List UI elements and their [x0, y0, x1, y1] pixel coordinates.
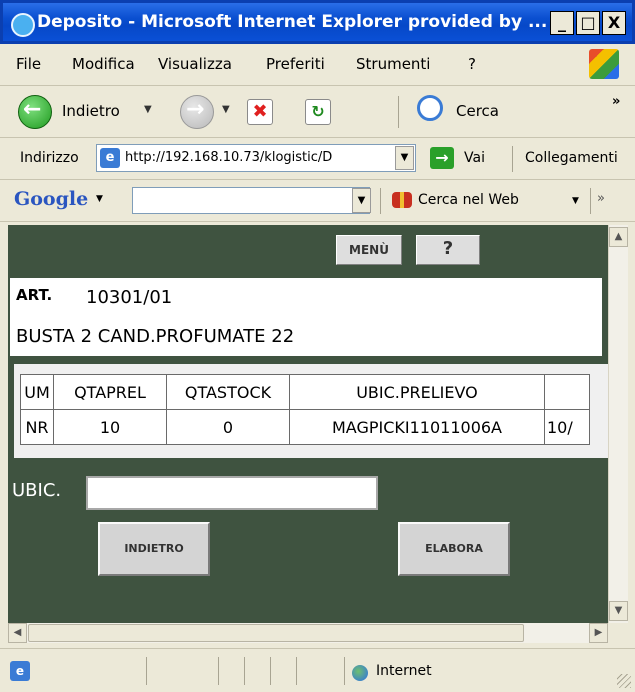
table-cell: NR	[20, 409, 54, 445]
status-pane	[244, 657, 245, 685]
column-header: QTASTOCK	[166, 374, 290, 410]
article-panel: ART. 10301/01 BUSTA 2 CAND.PROFUMATE 22	[10, 278, 602, 356]
back-button-label[interactable]: Indietro	[62, 102, 120, 120]
horizontal-scroll-thumb[interactable]	[28, 624, 524, 642]
links-button[interactable]: Collegamenti	[525, 150, 618, 166]
column-header: QTAPREL	[53, 374, 167, 410]
navigation-toolbar: Indietro ▼ ▼ ✖ ↻ Cerca »	[0, 86, 635, 138]
picking-table-panel: UM QTAPREL QTASTOCK UBIC.PRELIEVO NR 10 …	[14, 364, 608, 458]
article-description: BUSTA 2 CAND.PROFUMATE 22	[16, 326, 295, 347]
page-content: MENÙ ? ART. 10301/01 BUSTA 2 CAND.PROFUM…	[8, 225, 608, 623]
table-cell: 0	[166, 409, 290, 445]
search-button-label[interactable]: Cerca	[456, 102, 499, 120]
menu-button[interactable]: MENÙ	[336, 235, 402, 265]
forward-dropdown-icon[interactable]: ▼	[222, 104, 230, 115]
google-separator	[380, 188, 381, 214]
table-row: NR 10 0 MAGPICKI11011006A 10/	[20, 409, 590, 445]
status-pane	[218, 657, 219, 685]
article-label: ART.	[16, 286, 53, 304]
internet-zone-icon	[352, 665, 368, 681]
menu-preferiti[interactable]: Preferiti	[266, 55, 325, 73]
picking-table: UM QTAPREL QTASTOCK UBIC.PRELIEVO NR 10 …	[20, 374, 590, 445]
scroll-right-icon[interactable]: ▶	[589, 623, 608, 643]
toolbar-separator	[398, 96, 399, 128]
column-header	[544, 374, 590, 410]
status-bar: e Internet	[0, 648, 635, 692]
ubic-input[interactable]	[86, 476, 378, 510]
google-logo[interactable]: Google	[14, 188, 88, 210]
scroll-left-icon[interactable]: ◀	[8, 623, 27, 643]
address-input[interactable]: e http://192.168.10.73/klogistic/D ▼	[96, 144, 416, 172]
status-pane	[296, 657, 297, 685]
window-title: Deposito - Microsoft Internet Explorer p…	[37, 12, 548, 32]
back-button[interactable]: INDIETRO	[98, 522, 210, 576]
minimize-button[interactable]: _	[550, 11, 574, 35]
stop-icon[interactable]: ✖	[247, 99, 273, 125]
back-arrow-icon[interactable]	[18, 95, 52, 129]
close-button[interactable]: X	[602, 11, 626, 35]
search-web-button[interactable]: Cerca nel Web	[418, 192, 519, 208]
toolbar-overflow-icon[interactable]: »	[612, 94, 620, 109]
ie-logo-icon	[11, 13, 35, 37]
scroll-down-icon[interactable]: ▼	[609, 601, 628, 621]
security-zone-label: Internet	[376, 663, 432, 679]
table-cell: 10/	[544, 409, 590, 445]
menu-bar: File Modifica Visualizza Preferiti Strum…	[0, 44, 635, 86]
horizontal-scrollbar[interactable]: ◀ ▶	[8, 623, 608, 643]
go-arrow-icon[interactable]: →	[430, 147, 454, 169]
page-icon: e	[100, 148, 120, 168]
address-separator	[512, 146, 513, 172]
article-code: 10301/01	[86, 287, 173, 308]
vertical-scrollbar[interactable]: ▲ ▼	[608, 225, 628, 623]
status-pane	[344, 657, 345, 685]
table-header-row: UM QTAPREL QTASTOCK UBIC.PRELIEVO	[20, 374, 590, 410]
ubic-label: UBIC.	[12, 480, 62, 501]
menu-help[interactable]: ?	[468, 55, 476, 73]
address-bar: Indirizzo e http://192.168.10.73/klogist…	[0, 138, 635, 180]
process-button[interactable]: ELABORA	[398, 522, 510, 576]
go-button-label[interactable]: Vai	[464, 150, 485, 166]
maximize-button[interactable]: □	[576, 11, 600, 35]
scroll-corner	[608, 623, 628, 643]
title-bar: Deposito - Microsoft Internet Explorer p…	[0, 0, 635, 44]
resize-grip-icon[interactable]	[617, 674, 631, 688]
menu-strumenti[interactable]: Strumenti	[356, 55, 430, 73]
status-pane	[146, 657, 147, 685]
page-status-icon: e	[10, 661, 30, 681]
search-icon[interactable]	[417, 95, 443, 121]
forward-arrow-icon[interactable]	[180, 95, 214, 129]
binoculars-icon[interactable]	[392, 192, 412, 208]
menu-visualizza[interactable]: Visualizza	[158, 55, 232, 73]
column-header: UM	[20, 374, 54, 410]
scroll-up-icon[interactable]: ▲	[609, 227, 628, 247]
address-label: Indirizzo	[20, 150, 79, 166]
address-dropdown-icon[interactable]: ▼	[395, 146, 414, 170]
address-url[interactable]: http://192.168.10.73/klogistic/D	[125, 150, 387, 165]
google-dropdown-icon[interactable]: ▼	[352, 188, 371, 213]
refresh-icon[interactable]: ↻	[305, 99, 331, 125]
search-web-dropdown-icon[interactable]: ▼	[572, 196, 579, 206]
google-overflow-icon[interactable]: »	[597, 191, 605, 206]
menu-modifica[interactable]: Modifica	[72, 55, 135, 73]
google-separator-2	[590, 188, 591, 214]
menu-file[interactable]: File	[16, 55, 41, 73]
help-button[interactable]: ?	[416, 235, 480, 265]
google-menu-icon[interactable]: ▼	[96, 194, 103, 204]
column-header: UBIC.PRELIEVO	[289, 374, 545, 410]
google-toolbar: Google ▼ ▼ Cerca nel Web ▼ »	[0, 180, 635, 222]
google-search-input[interactable]	[132, 187, 370, 214]
table-cell: 10	[53, 409, 167, 445]
back-dropdown-icon[interactable]: ▼	[144, 104, 152, 115]
status-pane	[270, 657, 271, 685]
window-controls: _ □ X	[550, 11, 626, 35]
windows-flag-icon	[589, 49, 619, 79]
table-cell: MAGPICKI11011006A	[289, 409, 545, 445]
